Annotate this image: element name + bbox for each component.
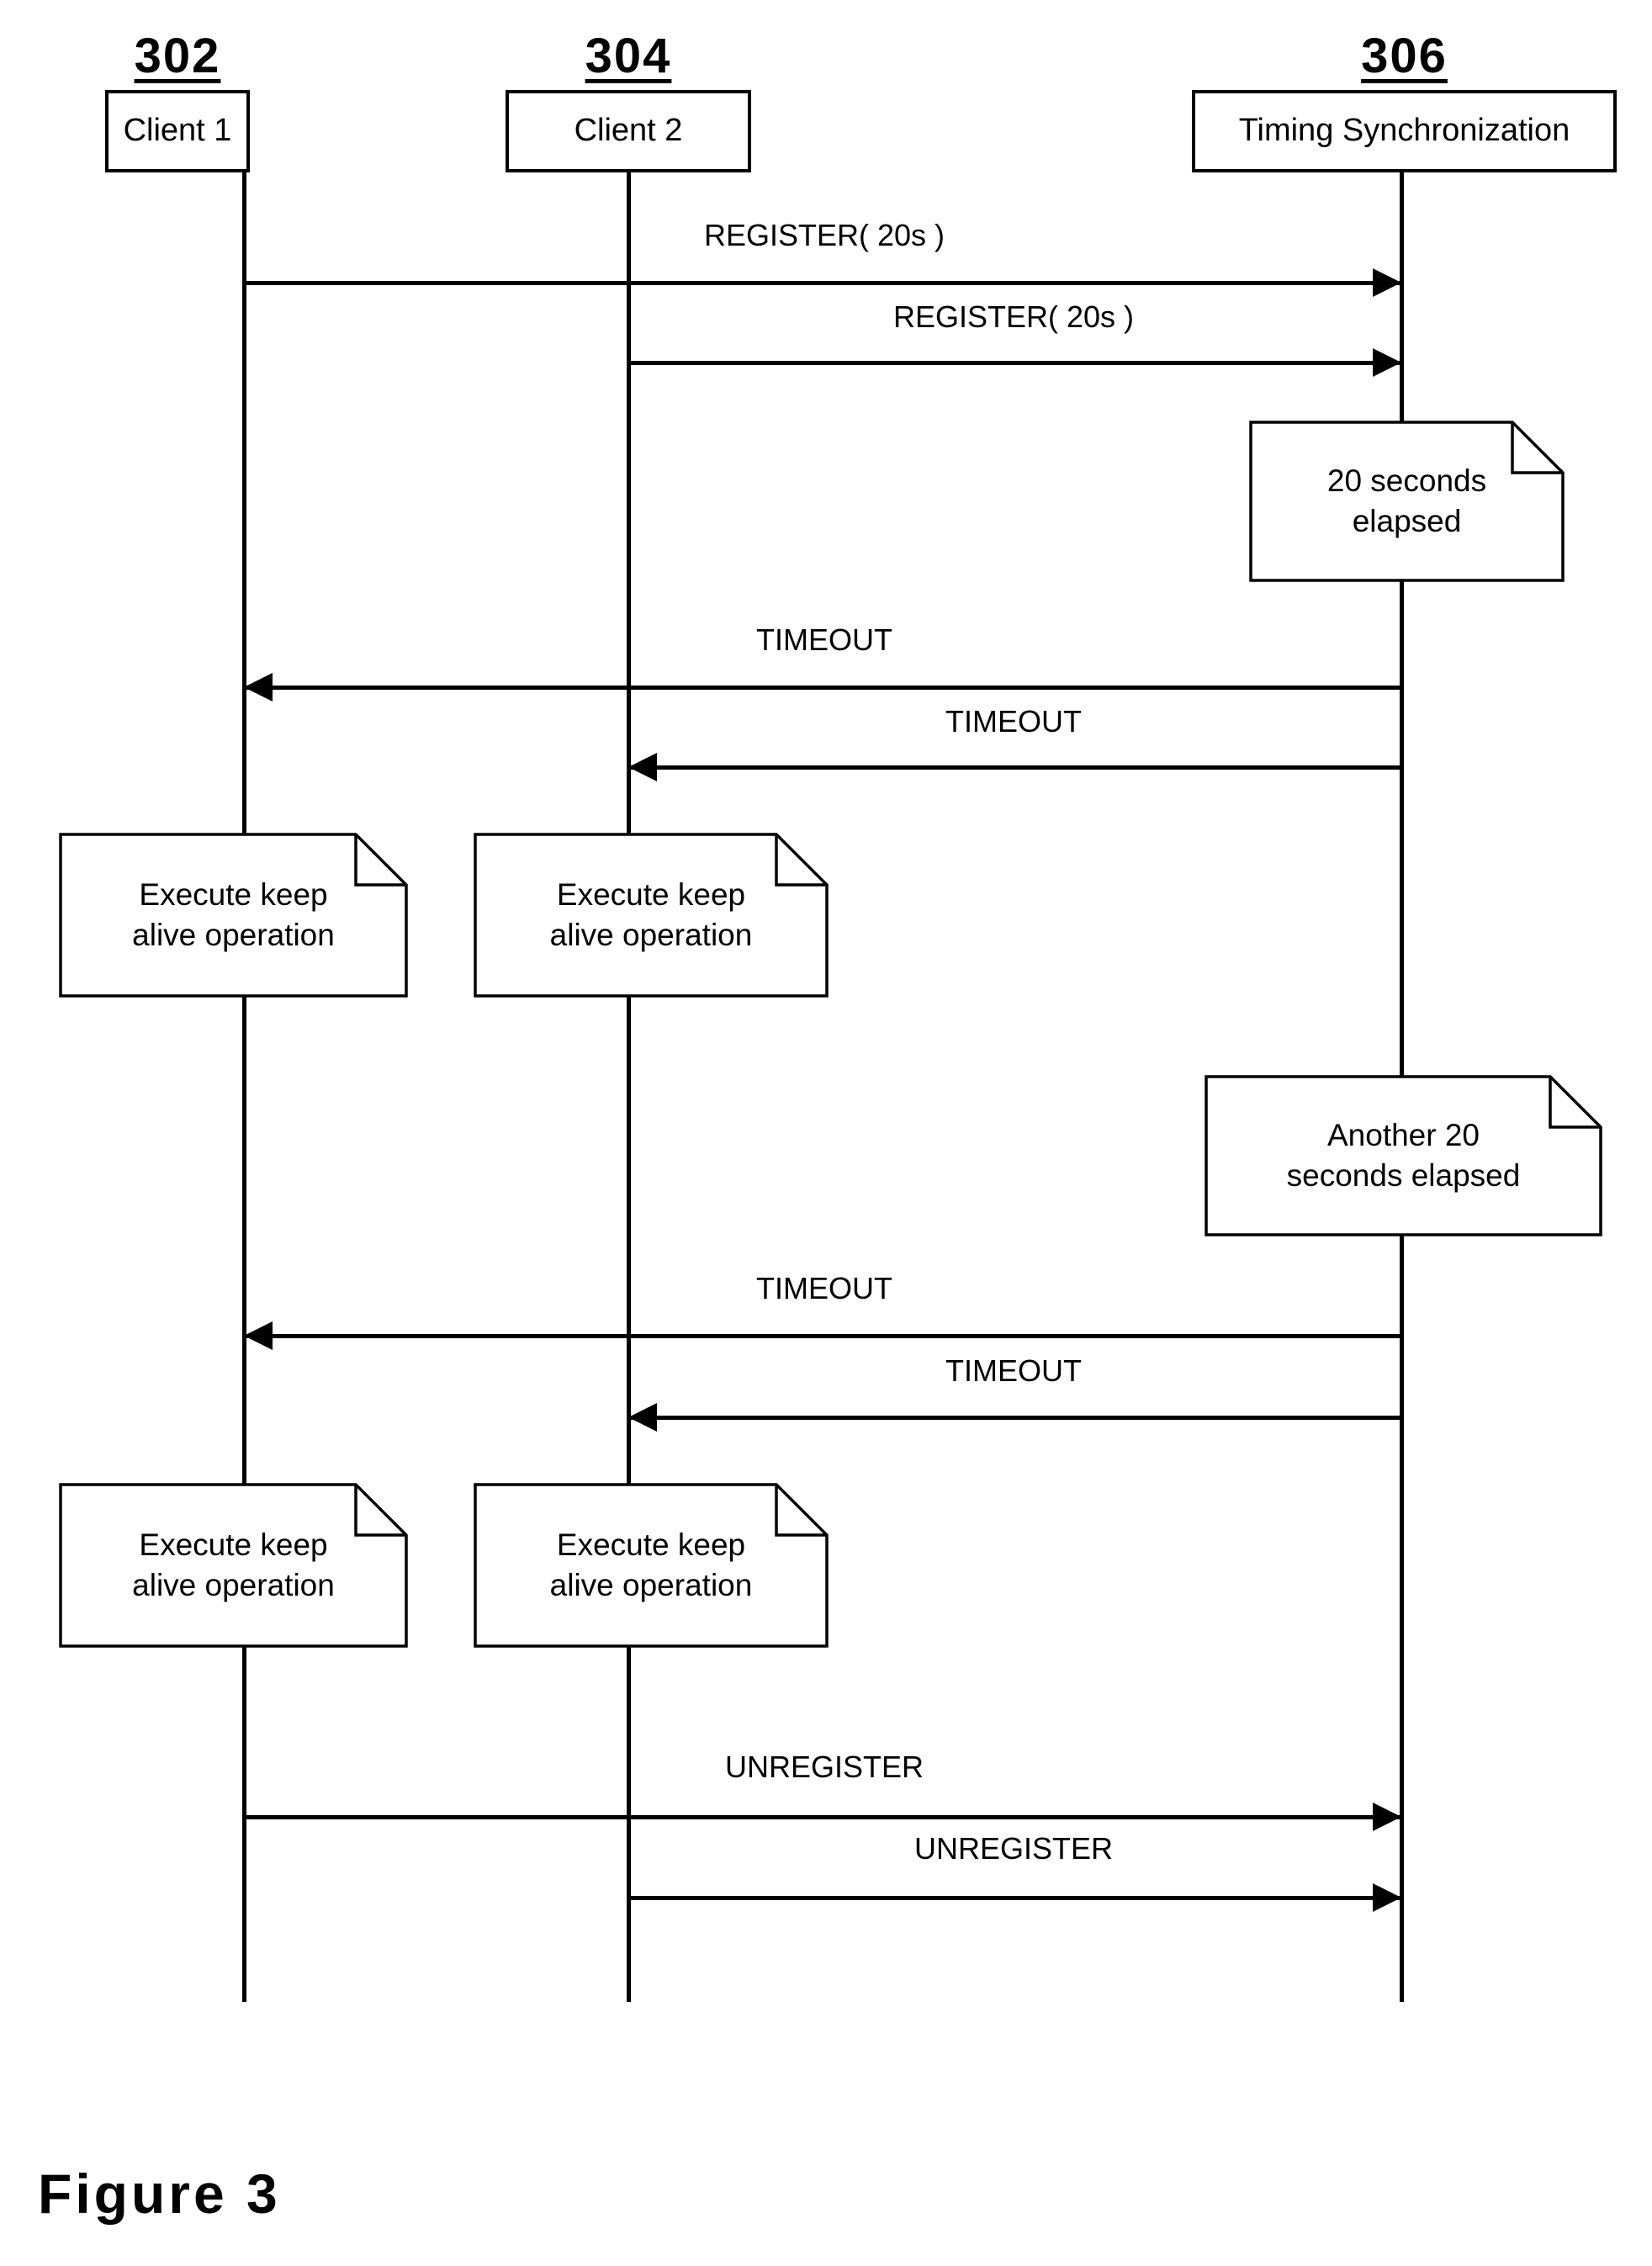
note-text-line: Execute keep — [556, 1527, 746, 1562]
note-text-line: Execute keep — [556, 876, 746, 912]
message-arrow-line — [628, 361, 1401, 365]
note-text: Another 20 seconds elapsed — [1205, 1075, 1602, 1236]
message-arrow-line — [628, 1416, 1401, 1420]
message-arrow-line — [628, 1896, 1401, 1900]
note-text-line: 20 seconds — [1326, 463, 1487, 498]
message-label: TIMEOUT — [945, 704, 1082, 739]
message-arrow-line — [244, 1815, 1401, 1819]
note-box: Execute keep alive operation — [59, 833, 408, 998]
participant-box-client-1: Client 1 — [105, 90, 250, 172]
note-text: 20 seconds elapsed — [1249, 421, 1565, 582]
figure-canvas: 302 Client 1 304 Client 2 306 Timing Synchron… — [0, 0, 1652, 2266]
note-text-line: elapsed — [1352, 504, 1462, 538]
note-box: Execute keep alive operation — [474, 1483, 829, 1648]
message-label: TIMEOUT — [945, 1353, 1082, 1388]
note-text: Execute keep alive operation — [474, 1483, 829, 1648]
lifeline-304 — [627, 172, 631, 2002]
note-box: Execute keep alive operation — [474, 833, 829, 998]
message-arrow-line — [244, 686, 1401, 690]
arrowhead-right-icon — [1373, 268, 1401, 297]
arrowhead-right-icon — [1373, 1803, 1401, 1831]
participant-label: Client 1 — [123, 113, 232, 149]
message-label: UNREGISTER — [913, 1831, 1114, 1866]
arrowhead-left-icon — [244, 1321, 273, 1350]
note-text: Execute keep alive operation — [59, 833, 408, 998]
note-text: Execute keep alive operation — [59, 1483, 408, 1648]
arrowhead-right-icon — [1373, 348, 1401, 377]
note-text: Execute keep alive operation — [474, 833, 829, 998]
participant-box-client-2: Client 2 — [506, 90, 751, 172]
message-arrow-line — [244, 1334, 1401, 1338]
note-text-line: Another 20 — [1326, 1117, 1480, 1152]
note-text-line: alive operation — [549, 918, 753, 952]
participant-ref-304: 304 — [585, 29, 672, 83]
note-box: Execute keep alive operation — [59, 1483, 408, 1648]
lifeline-302 — [242, 172, 246, 2002]
note-text-line: alive operation — [132, 918, 335, 952]
participant-ref-306: 306 — [1361, 29, 1448, 83]
message-arrow-line — [244, 281, 1401, 285]
arrowhead-left-icon — [628, 1403, 657, 1432]
participant-box-timing-synchronization: Timing Synchronization — [1192, 90, 1617, 172]
arrowhead-left-icon — [244, 673, 273, 702]
note-text-line: Execute keep — [139, 1527, 328, 1562]
figure-caption: Figure 3 — [38, 2163, 281, 2225]
message-label: REGISTER( 20s ) — [892, 299, 1135, 334]
note-text-line: seconds elapsed — [1286, 1158, 1521, 1193]
message-label: UNREGISTER — [724, 1750, 924, 1784]
note-text-line: Execute keep — [139, 876, 328, 912]
participant-label: Client 2 — [574, 113, 683, 149]
note-text-line: alive operation — [132, 1568, 335, 1602]
participant-label: Timing Synchronization — [1238, 113, 1570, 149]
note-box: Another 20 seconds elapsed — [1205, 1075, 1602, 1236]
arrowhead-right-icon — [1373, 1883, 1401, 1912]
message-arrow-line — [628, 765, 1401, 770]
message-label: REGISTER( 20s ) — [703, 218, 945, 252]
message-label: TIMEOUT — [756, 622, 892, 657]
arrowhead-left-icon — [628, 753, 657, 781]
participant-ref-302: 302 — [134, 29, 221, 83]
message-label: TIMEOUT — [756, 1271, 892, 1305]
note-box: 20 seconds elapsed — [1249, 421, 1565, 582]
note-text-line: alive operation — [549, 1568, 753, 1602]
